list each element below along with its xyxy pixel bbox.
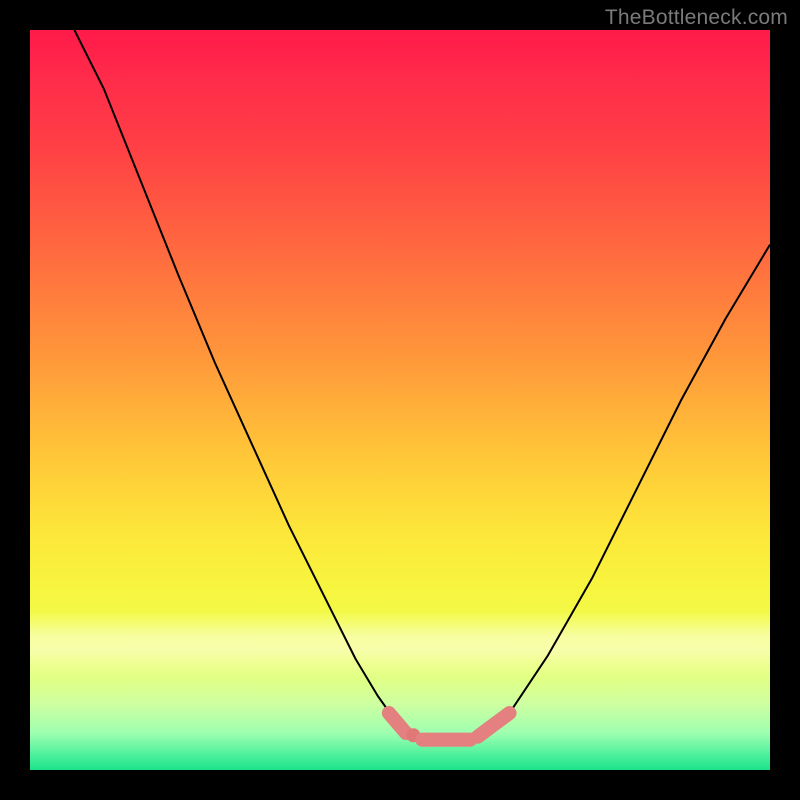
watermark-text: TheBottleneck.com (605, 6, 788, 30)
pink-dot-1 (406, 728, 420, 742)
chart-frame: TheBottleneck.com (0, 0, 800, 800)
black-curves (74, 30, 770, 739)
curve-layer (30, 30, 770, 770)
pink-seg-3 (478, 713, 510, 737)
pink-markers (389, 713, 510, 742)
pink-seg-1 (389, 713, 406, 733)
plot-area (30, 30, 770, 770)
pale-band (30, 611, 770, 678)
